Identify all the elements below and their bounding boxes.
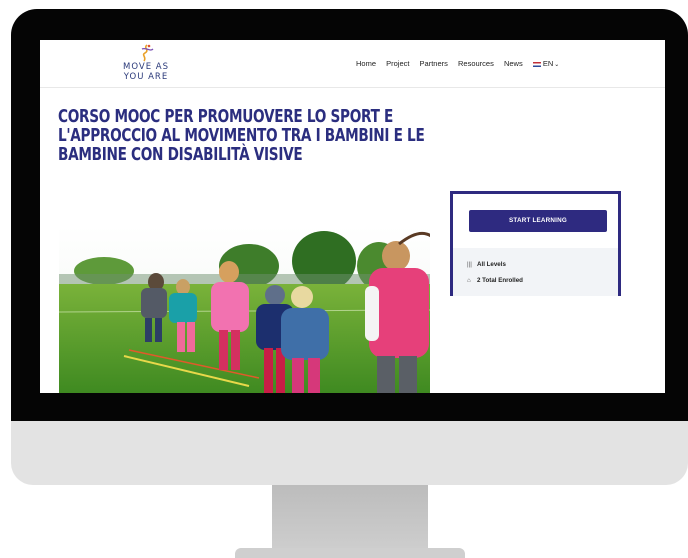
figure-icon xyxy=(141,44,154,62)
course-meta: ||| All Levels ⌂ 2 Total Enrolled xyxy=(453,248,618,296)
logo-text-line1: MOVE AS xyxy=(123,62,169,72)
course-level-label: All Levels xyxy=(477,261,506,268)
nav-item-resources[interactable]: Resources xyxy=(458,59,494,68)
nav-item-news[interactable]: News xyxy=(504,59,523,68)
course-level: ||| All Levels xyxy=(467,261,506,268)
course-title: CORSO MOOC PER PROMUOVERE LO SPORT E L'A… xyxy=(58,107,425,165)
uk-flag-icon xyxy=(532,61,541,67)
course-hero-image xyxy=(59,226,430,393)
start-learning-button[interactable]: START LEARNING xyxy=(469,210,607,232)
logo-text-line2: YOU ARE xyxy=(123,72,169,82)
nav-item-partners[interactable]: Partners xyxy=(420,59,448,68)
graduation-cap-icon: ⌂ xyxy=(467,277,471,284)
chevron-down-icon: ⌄ xyxy=(554,62,560,68)
monitor-chin xyxy=(11,421,688,485)
card-header: START LEARNING xyxy=(453,194,618,248)
children-playing-photo xyxy=(59,226,430,393)
total-enrolled: ⌂ 2 Total Enrolled xyxy=(467,277,523,284)
site-logo[interactable]: MOVE AS YOU ARE xyxy=(116,44,176,84)
language-selector[interactable]: EN⌄ xyxy=(532,59,567,68)
course-enroll-card: START LEARNING ||| All Levels ⌂ 2 Total En… xyxy=(450,191,621,296)
nav-item-home[interactable]: Home xyxy=(356,59,376,68)
nav-item-project[interactable]: Project xyxy=(386,59,409,68)
top-navigation: MOVE AS YOU ARE Home Project Partners Re… xyxy=(40,40,665,88)
language-label: EN xyxy=(542,59,554,68)
main-menu: Home Project Partners Resources News EN⌄ xyxy=(356,59,575,68)
total-enrolled-label: 2 Total Enrolled xyxy=(477,277,523,284)
monitor-stand xyxy=(272,485,428,555)
bars-icon: ||| xyxy=(467,261,472,268)
monitor-stand-base xyxy=(235,548,465,558)
website-screen: MOVE AS YOU ARE Home Project Partners Re… xyxy=(40,40,665,393)
